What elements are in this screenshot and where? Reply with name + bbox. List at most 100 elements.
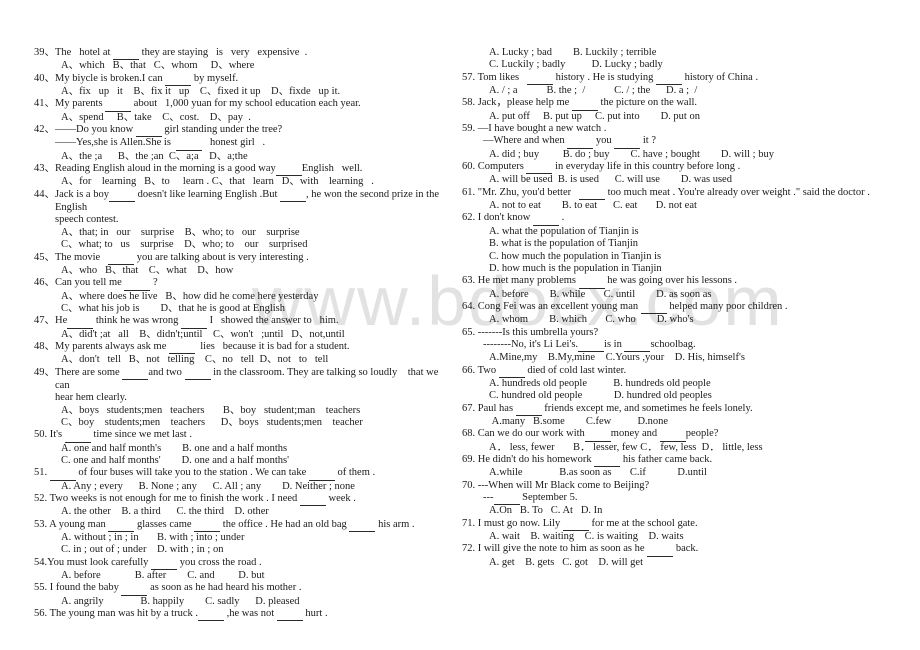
question-item: 58. Jack，please help me the picture on t… [462,97,902,123]
option-row[interactable]: A、who B、that C、what D、how [34,265,454,277]
option-row[interactable]: A、don't tell B、not telling C、no tell D、n… [34,354,454,366]
option-row[interactable]: A. not to eat B. to eat C. eat D. not ea… [462,200,902,212]
option-row[interactable]: A. the other B. a third C. the third D. … [34,506,454,518]
question-stem: 63. He met many problems he was going ov… [462,275,902,289]
answer-blank [275,163,302,177]
answer-blank [527,72,553,86]
option-row[interactable]: A、which B、that C、whom D、where [34,60,454,72]
option-row[interactable]: A. before B. after C. and D. but [34,570,454,582]
answer-blank [624,339,651,353]
option-row[interactable]: A、that; in our surprise B、who; to our su… [34,227,454,239]
option-row[interactable]: A、where does he live B、how did he come h… [34,291,454,303]
option-row[interactable]: A.many B.some C.few D.none [462,416,902,428]
question-number: 51. [34,467,50,479]
answer-blank [108,252,135,265]
left-question-column: 39、The hotel at they are staying is very… [34,47,454,622]
question-stem: 71. I must go now. Lily for me at the sc… [462,517,902,532]
question-item: 72. I will give the note to him as soon … [462,543,902,569]
question-item: 70. ---When will Mr Black come to Beijin… [462,480,902,518]
option-row[interactable]: A、for learning B、to learn . C、that learn… [34,176,454,188]
question-stem: 67. Paul has friends except me, and some… [462,403,902,416]
option-row[interactable]: A. / ; a B. the ; / C. / ; the D. a ; / [462,85,902,97]
question-stem: 50. It's time since we met last . [34,429,454,443]
question-number: 69. [462,454,478,465]
question-stem: 46、Can you tell me ? [34,277,454,291]
answer-blank [647,543,674,557]
option-row[interactable]: C、what; to us surprise D、who; to our sur… [34,239,454,251]
option-row[interactable]: A、boys students;men teachers B、boy stude… [34,405,454,417]
option-row[interactable]: A、the ;a B、the ;an C、a;a D、a;the [34,151,454,163]
answer-blank [308,467,335,481]
option-row[interactable]: A. angrily B. happily C. sadly D. please… [34,596,454,608]
question-number: 59. [462,123,478,135]
option-row[interactable]: D. how much is the population in Tianjin [462,263,902,275]
option-row[interactable]: A. hundreds old people B. hundreds old p… [462,378,902,390]
answer-blank [198,608,224,622]
question-item: 51. of four buses will take you to the s… [34,467,454,493]
option-row[interactable]: A、spend B、take C、cost. D、pay . [34,112,454,124]
question-number: 56. [34,608,50,620]
question-number: 66. [462,364,478,376]
question-number: 41、 [34,98,55,110]
question-stem: 45、The movie you are talking about is ve… [34,252,454,265]
option-row[interactable]: A.Mine,my B.My,mine C.Yours ,your D. His… [462,352,902,364]
option-row[interactable]: C、boy students;men teachers D、boys stude… [34,417,454,429]
question-stem: 66. Two died of cold last winter. [462,365,902,378]
question-stem: 48、My parents always ask me lies because… [34,340,454,355]
option-row[interactable]: A. before B. while C. until D. as soon a… [462,289,902,301]
answer-blank [113,47,140,61]
option-row[interactable]: C. in ; out of ; under D. with ; in ; on [34,544,454,556]
question-number: 62. [462,212,478,224]
option-row[interactable]: A. wait B. waiting C. is waiting D. wait… [462,531,902,543]
question-number: 71. [462,517,478,529]
answer-blank [562,518,589,532]
answer-blank [64,429,91,443]
option-row[interactable]: C. Luckily ; badly D. Lucky ; badly [462,59,902,71]
answer-blank [135,124,162,138]
right-question-column: A. Lucky ; bad B. Luckily ; terrible C. L… [462,47,902,569]
question-number: 58. [462,97,478,109]
option-row[interactable]: A. one and half month's B. one and a hal… [34,443,454,455]
option-row[interactable]: A. will be used B. is used C. will use D… [462,174,902,186]
option-row[interactable]: A. Lucky ; bad B. Luckily ; terrible [462,47,902,59]
option-row[interactable]: A. whom B. which C. who D. who's [462,314,902,326]
question-stem-continuation: --------No, it's Li Lei's. is in schoolb… [462,339,902,353]
option-row[interactable]: A. put off B. put up C. put into D. put … [462,111,902,123]
answer-blank [105,98,132,112]
answer-blank [567,135,594,149]
question-item: 57. Tom likes history . He is studying h… [462,72,902,98]
question-number: 48、 [34,340,55,352]
worksheet-page: 39、The hotel at they are staying is very… [0,0,920,650]
answer-blank [49,467,76,481]
option-row[interactable]: A． less, fewer B． lesser, few C． few, le… [462,442,902,454]
question-number: 63. [462,275,478,287]
option-row[interactable]: C. one and half months' D. one and a hal… [34,455,454,467]
option-row[interactable]: A. Any ; every B. None ; any C. All ; an… [34,481,454,493]
answer-blank [498,365,525,378]
option-row[interactable]: B. what is the population of Tianjin [462,238,902,250]
option-row[interactable]: A、fix up it B、fix it up C、fixed it up D、… [34,86,454,98]
question-number: 46、 [34,277,55,289]
option-row[interactable]: C. hundred old people D. hundred old peo… [462,390,902,402]
option-row[interactable]: A、did't ;at all B、didn't;until C、won't ;… [34,329,454,341]
answer-blank [526,161,553,175]
question-item: 66. Two died of cold last winter. A. hund… [462,365,902,403]
question-number: 64. [462,300,478,312]
question-stem-continuation: ——Yes,she is Allen.She is honest girl . [34,137,454,151]
answer-blank [67,315,94,329]
answer-blank [184,367,211,380]
option-row[interactable]: C. how much the population in Tianjin is [462,251,902,263]
question-item: 54.You must look carefully you cross the… [34,557,454,583]
answer-blank [122,367,149,380]
option-row[interactable]: A. what the population of Tianjin is [462,226,902,238]
question-stem: 61. "Mr. Zhu, you'd better too much meat… [462,187,902,201]
option-row[interactable]: A.while B.as soon as C.if D.until [462,467,902,479]
question-stem: 60. Computers in everyday life in this c… [462,161,902,175]
option-row[interactable]: A. get B. gets C. got D. will get [462,557,902,569]
option-row[interactable]: A. did ; buy B. do ; buy C. have ; bough… [462,149,902,161]
option-row[interactable]: A. without ; in ; in B. with ; into ; un… [34,532,454,544]
question-item: 39、The hotel at they are staying is very… [34,47,454,73]
option-row[interactable]: A.On B. To C. At D. In [462,505,902,517]
question-item: 41、My parents about 1,000 yuan for my sc… [34,98,454,124]
option-row[interactable]: C、what his job is D、that he is good at E… [34,303,454,315]
